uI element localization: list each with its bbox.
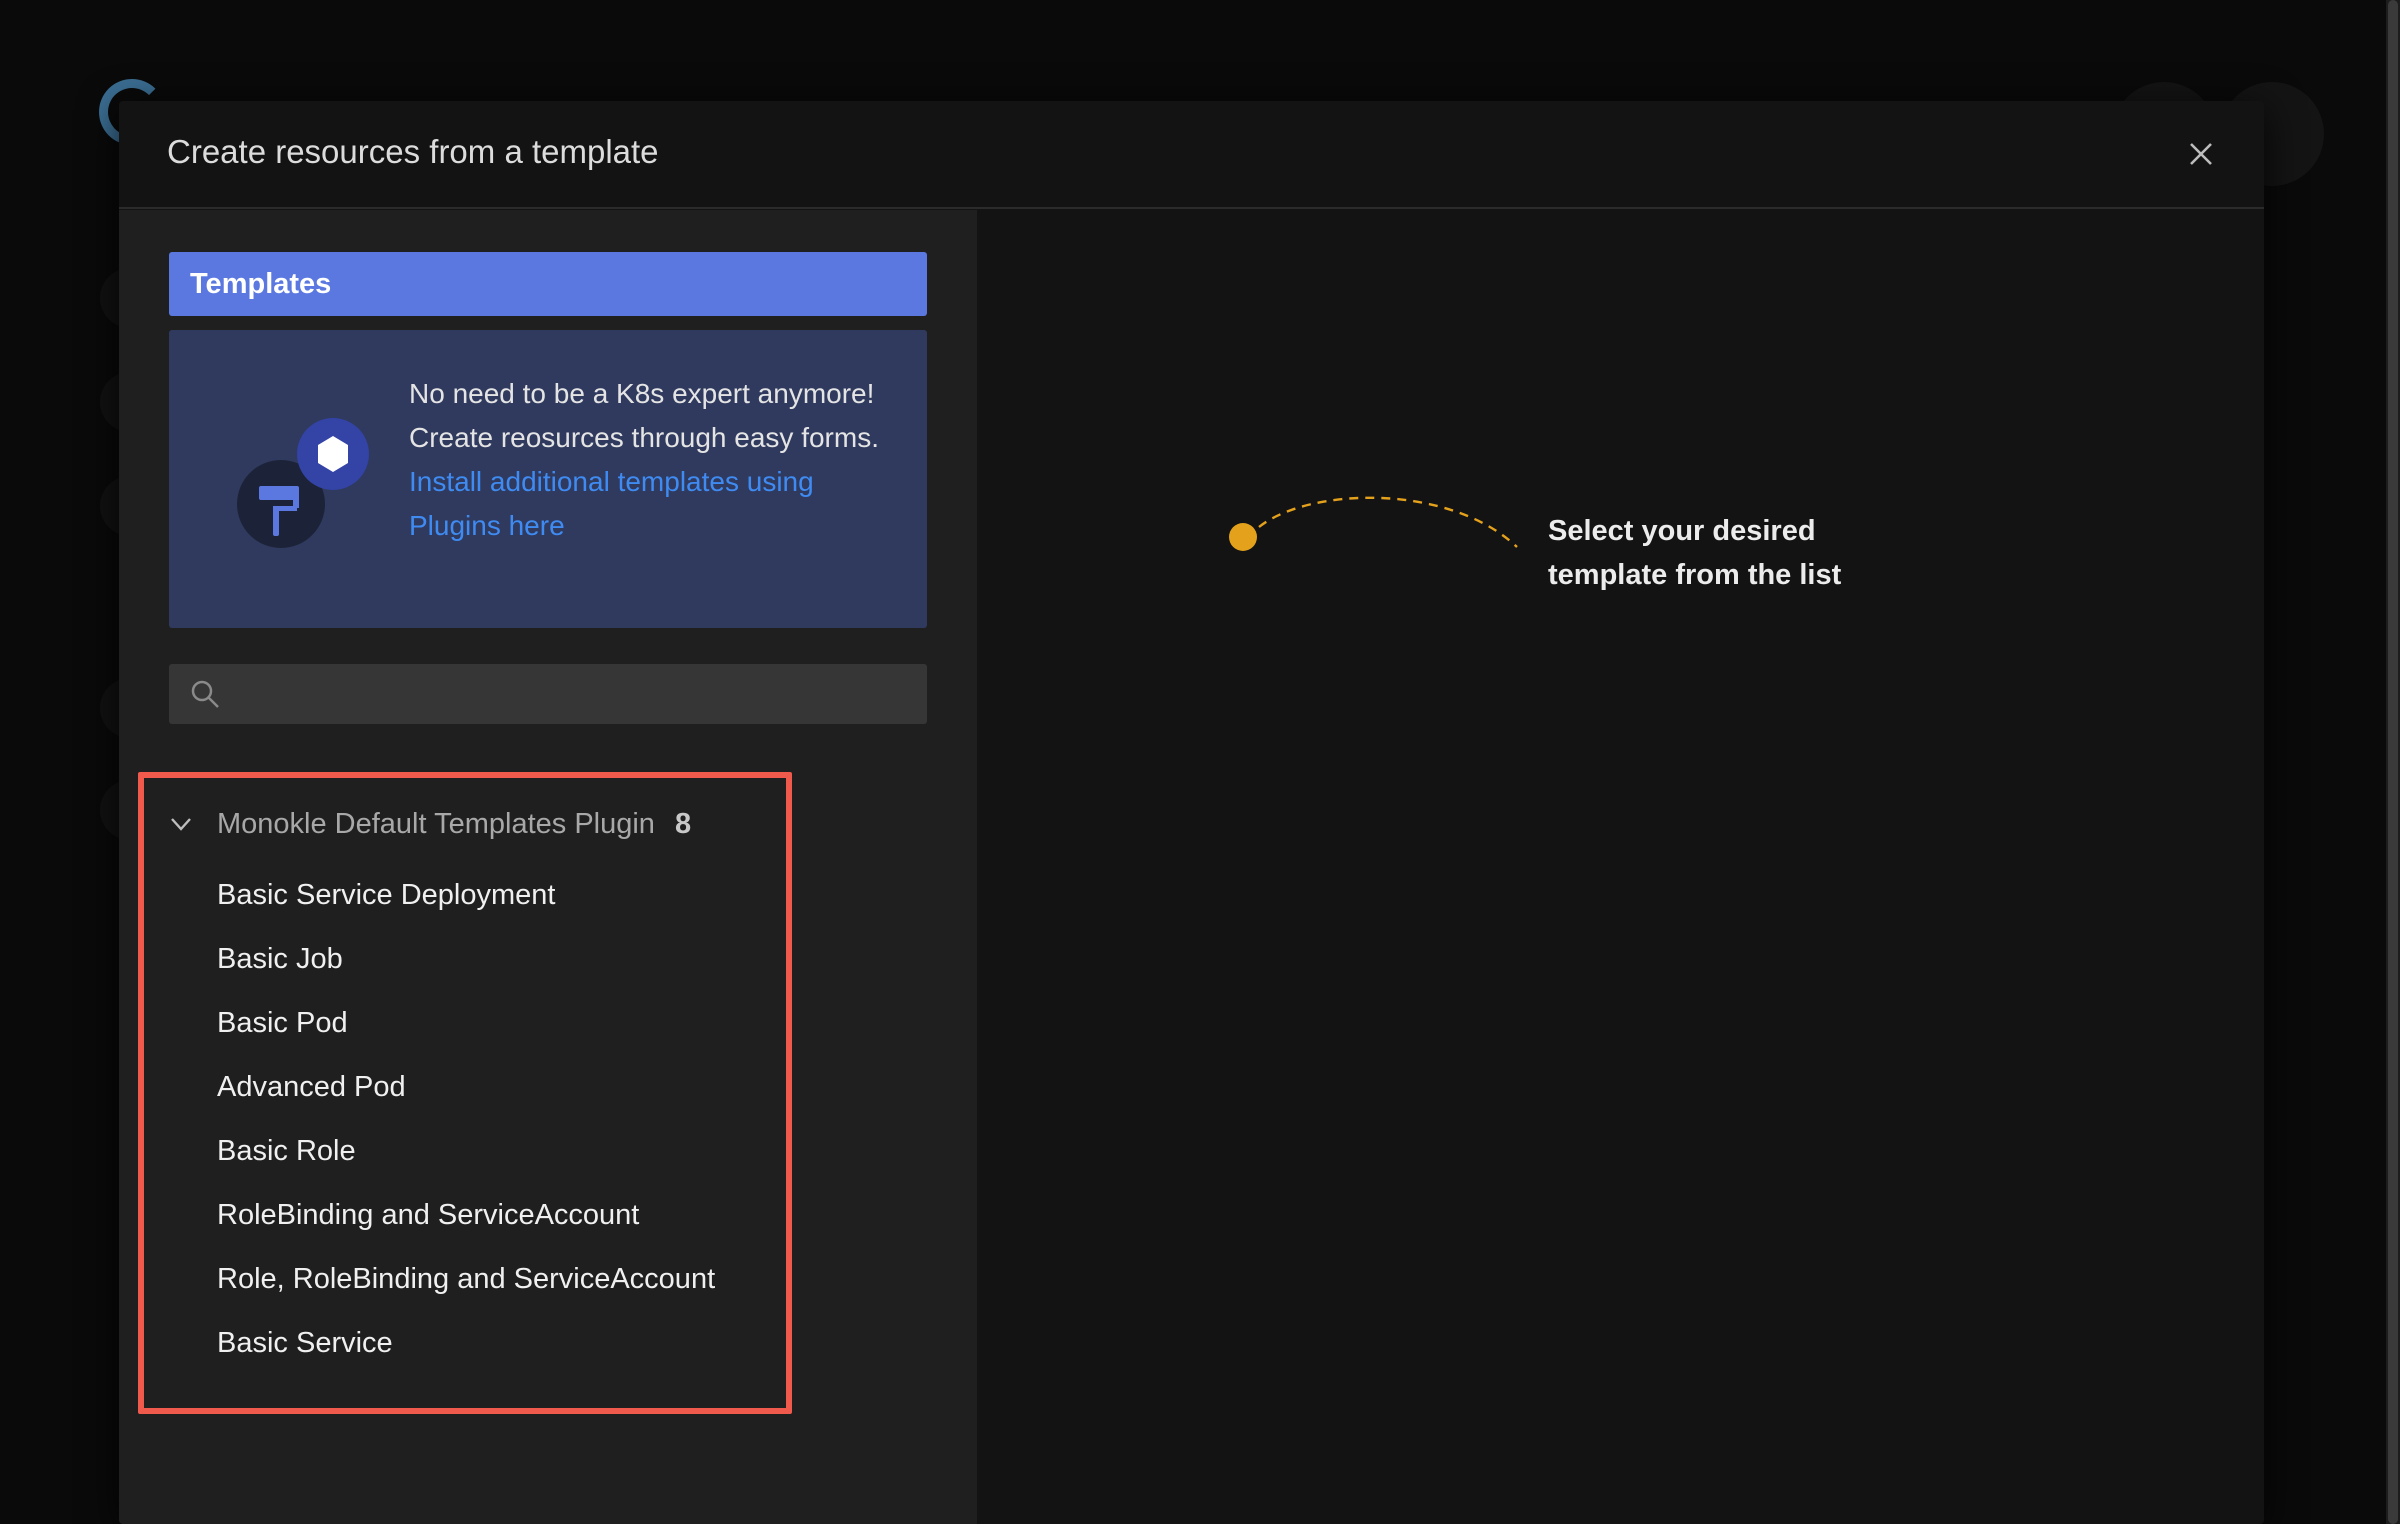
template-item-basic-service-deployment[interactable]: Basic Service Deployment <box>217 863 777 927</box>
search-input[interactable] <box>233 664 913 724</box>
template-search[interactable] <box>169 664 927 724</box>
modal-title: Create resources from a template <box>167 133 659 170</box>
info-description: No need to be a K8s expert anymore! Crea… <box>409 378 879 453</box>
template-item-basic-role[interactable]: Basic Role <box>217 1119 777 1183</box>
templates-info-box: No need to be a K8s expert anymore! Crea… <box>169 330 927 628</box>
hint-arrow-icon <box>1229 496 1518 551</box>
template-list: Basic Service Deployment Basic Job Basic… <box>217 863 777 1375</box>
search-icon <box>191 680 219 708</box>
paint-roller-icon <box>237 418 369 548</box>
scrollbar[interactable] <box>2386 0 2400 1524</box>
templates-info-text: No need to be a K8s expert anymore! Crea… <box>409 372 889 548</box>
templates-tab[interactable]: Templates <box>169 252 927 316</box>
modal-header: Create resources from a template <box>119 101 2264 209</box>
plugin-template-count: 8 <box>674 807 692 840</box>
create-from-template-modal: Create resources from a template Templat… <box>119 101 2264 1524</box>
template-detail-pane <box>977 210 2264 1524</box>
template-item-basic-pod[interactable]: Basic Pod <box>217 991 777 1055</box>
install-plugins-link[interactable]: Install additional templates using Plugi… <box>409 466 814 541</box>
select-template-hint: Select your desired template from the li… <box>1548 515 1842 591</box>
plugin-group-header[interactable]: Monokle Default Templates Plugin 8 <box>169 801 691 847</box>
template-item-basic-service[interactable]: Basic Service <box>217 1311 777 1375</box>
template-item-role-rolebinding-serviceaccount[interactable]: Role, RoleBinding and ServiceAccount <box>217 1247 777 1311</box>
template-item-basic-job[interactable]: Basic Job <box>217 927 777 991</box>
template-item-advanced-pod[interactable]: Advanced Pod <box>217 1055 777 1119</box>
close-button[interactable] <box>2178 131 2224 177</box>
scrollbar-thumb[interactable] <box>2388 0 2398 1524</box>
plugin-name: Monokle Default Templates Plugin <box>217 807 655 840</box>
close-icon <box>2190 143 2212 165</box>
template-item-rolebinding-serviceaccount[interactable]: RoleBinding and ServiceAccount <box>217 1183 777 1247</box>
chevron-down-icon[interactable] <box>169 812 193 836</box>
